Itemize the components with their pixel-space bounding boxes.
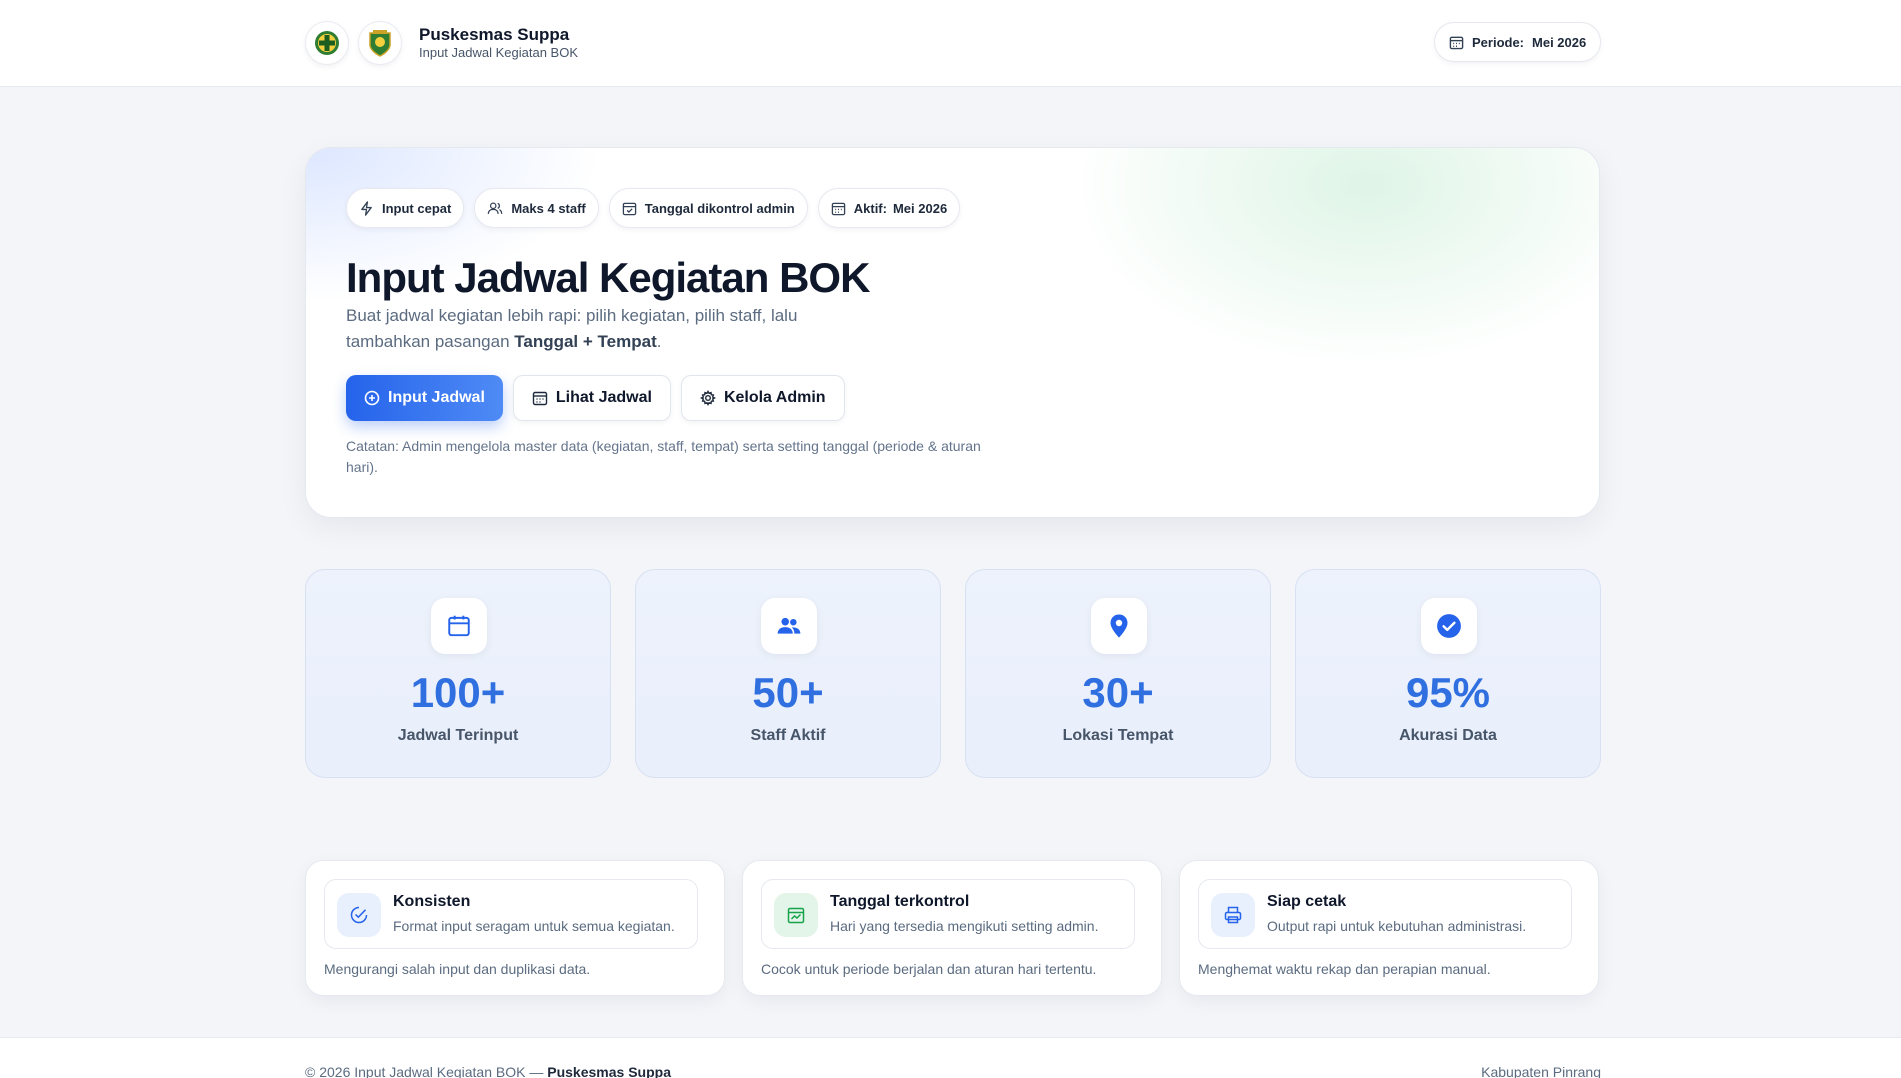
plus-circle-icon	[364, 390, 380, 406]
footer-copyright: © 2026 Input Jadwal Kegiatan BOK — Puske…	[305, 1064, 671, 1078]
stat-label: Akurasi Data	[1399, 727, 1497, 744]
stat-label: Staff Aktif	[750, 727, 826, 744]
stat-value: 95%	[1405, 669, 1491, 716]
feature-subtitle: Output rapi untuk kebutuhan administrasi…	[1267, 918, 1527, 934]
stat-card-jadwal: 100+ Jadwal Terinput	[305, 569, 611, 778]
period-badge: Periode: Mei 2026	[1434, 22, 1602, 62]
feature-card-tanggal: Tanggal terkontrol Hari yang tersedia me…	[742, 860, 1162, 996]
feature-title: Tanggal terkontrol	[830, 893, 970, 910]
feature-card-konsisten: Konsisten Format input seragam untuk sem…	[305, 860, 725, 996]
feature-title: Konsisten	[393, 893, 471, 910]
check-badge-icon	[350, 906, 368, 924]
hero-card: Input cepat Maks 4 staff Tanggal dikontr…	[305, 147, 1600, 518]
footer: © 2026 Input Jadwal Kegiatan BOK — Puske…	[0, 1037, 1901, 1078]
chip-maks-staff: Maks 4 staff	[474, 188, 599, 228]
feature-card-siap-cetak: Siap cetak Output rapi untuk kebutuhan a…	[1179, 860, 1599, 996]
feature-subtitle: Hari yang tersedia mengikuti setting adm…	[830, 918, 1099, 934]
chip-tanggal-admin: Tanggal dikontrol admin	[608, 188, 808, 228]
input-jadwal-button[interactable]: Input Jadwal	[346, 375, 503, 421]
users-icon	[488, 202, 503, 214]
stat-card-lokasi: 30+ Lokasi Tempat	[965, 569, 1271, 778]
users-icon	[777, 617, 801, 634]
calendar-icon	[532, 391, 548, 406]
feature-footnote: Cocok untuk periode berjalan dan aturan …	[761, 961, 1097, 977]
stat-label: Jadwal Terinput	[397, 727, 519, 744]
map-pin-icon	[1110, 614, 1128, 638]
feature-footnote: Menghemat waktu rekap dan perapian manua…	[1198, 961, 1491, 977]
regency-emblem	[358, 21, 402, 65]
brand[interactable]: Puskesmas Suppa Input Jadwal Kegiatan BO…	[305, 21, 578, 65]
period-label: Periode:	[1472, 34, 1525, 50]
feature-title: Siap cetak	[1267, 893, 1347, 910]
feature-chips: Input cepat Maks 4 staff Tanggal dikontr…	[346, 188, 961, 228]
stat-value: 30+	[1082, 669, 1154, 716]
calendar-icon	[448, 615, 470, 637]
calendar-check-icon	[622, 202, 637, 215]
calendar-icon	[831, 202, 845, 215]
printer-icon	[1224, 906, 1242, 924]
feature-subtitle: Format input seragam untuk semua kegiata…	[393, 918, 675, 934]
admin-note: Catatan: Admin mengelola master data (ke…	[346, 438, 981, 475]
hero-actions: Input Jadwal Lihat Jadwal Kelola Admin	[346, 375, 845, 421]
lightning-icon	[361, 200, 372, 216]
kelola-admin-button[interactable]: Kelola Admin	[680, 375, 845, 421]
stat-label: Lokasi Tempat	[1062, 727, 1174, 744]
chip-aktif: Aktif: Mei 2026	[817, 188, 961, 228]
top-bar: Puskesmas Suppa Input Jadwal Kegiatan BO…	[0, 0, 1901, 87]
stat-value: 50+	[752, 669, 824, 716]
hero-description: Buat jadwal kegiatan lebih rapi: pilih k…	[346, 306, 798, 351]
check-circle-icon	[1437, 614, 1461, 638]
app-subtitle: Input Jadwal Kegiatan BOK	[419, 45, 578, 60]
calendar-icon	[1449, 36, 1464, 49]
puskesmas-logo	[305, 21, 349, 65]
app-title: Puskesmas Suppa	[419, 25, 570, 44]
calendar-chart-icon	[787, 907, 805, 924]
feature-footnote: Mengurangi salah input dan duplikasi dat…	[324, 961, 591, 977]
gear-icon	[699, 390, 716, 406]
lihat-jadwal-button[interactable]: Lihat Jadwal	[512, 375, 671, 421]
stat-value: 100+	[410, 669, 506, 716]
chip-input-cepat: Input cepat	[346, 188, 465, 228]
hero-title: Input Jadwal Kegiatan BOK	[346, 254, 870, 301]
footer-region: Kabupaten Pinrang	[1481, 1064, 1601, 1078]
stat-card-staff: 50+ Staff Aktif	[635, 569, 941, 778]
period-value: Mei 2026	[1532, 34, 1587, 50]
stat-card-akurasi: 95% Akurasi Data	[1295, 569, 1601, 778]
